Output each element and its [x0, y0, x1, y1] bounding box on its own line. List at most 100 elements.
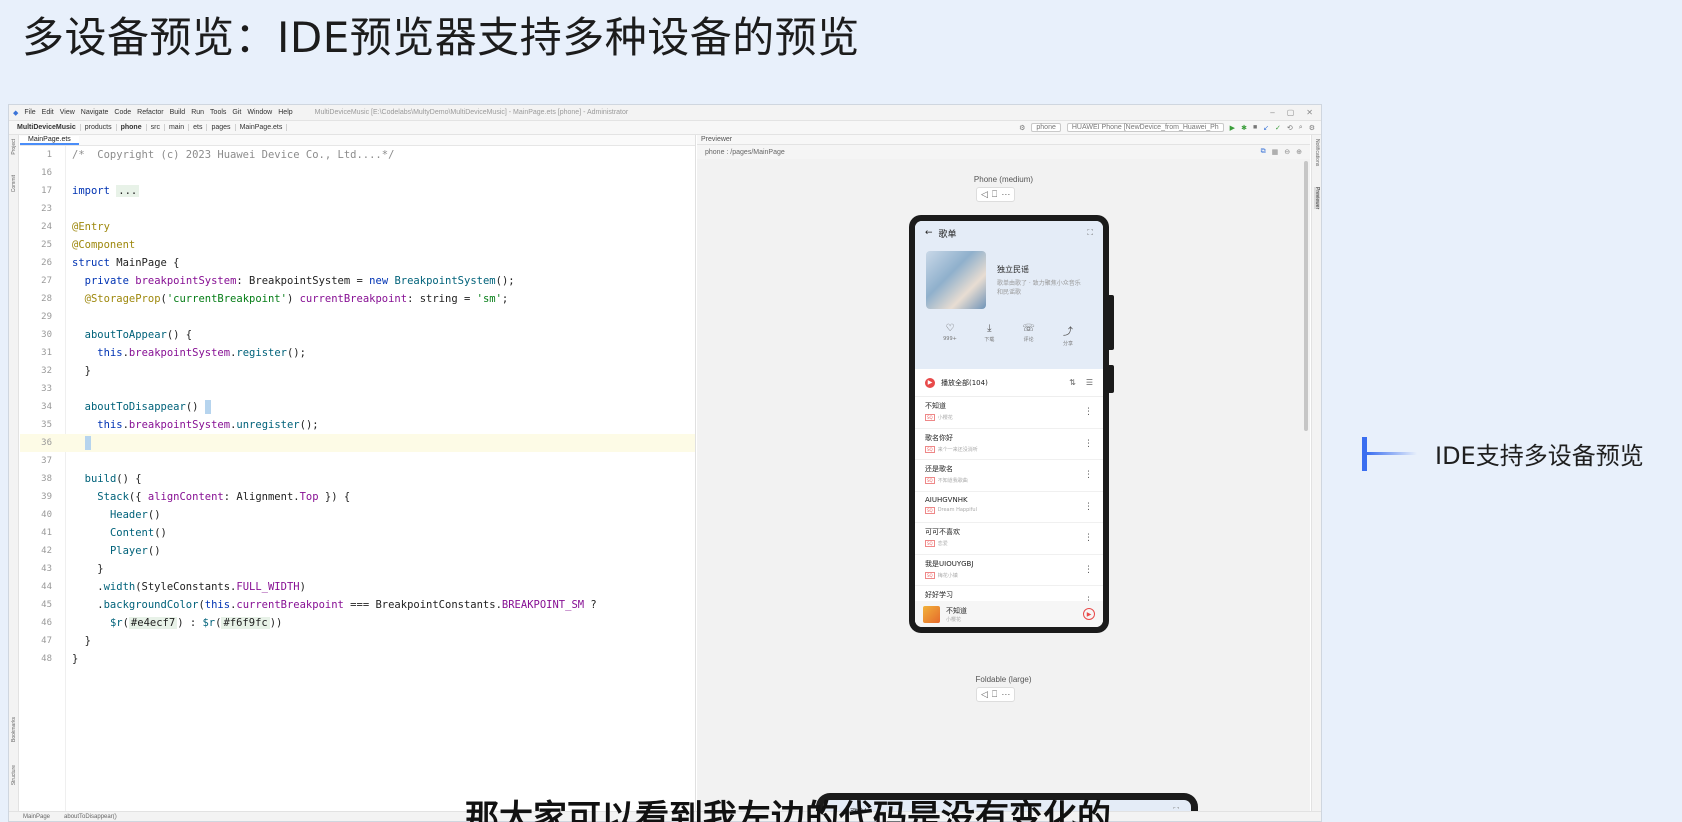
code-text[interactable]: @Component — [72, 236, 135, 254]
code-line[interactable]: 27 private breakpointSystem: BreakpointS… — [20, 272, 695, 290]
song-more-icon[interactable]: ⋮ — [1084, 407, 1093, 417]
code-line[interactable]: 25 @Component — [20, 236, 695, 254]
code-line[interactable]: 36 — [20, 434, 695, 452]
code-text[interactable]: build() { — [72, 470, 142, 488]
code-line[interactable]: 37 — [20, 452, 695, 470]
code-line[interactable]: 42 Player() — [20, 542, 695, 560]
code-text[interactable]: .width(StyleConstants.FULL_WIDTH) — [72, 578, 306, 596]
breadcrumb-project[interactable]: MultiDeviceMusic — [13, 124, 81, 131]
song-more-icon[interactable]: ⋮ — [1084, 565, 1093, 575]
menu-build[interactable]: Build — [170, 109, 186, 116]
code-line[interactable]: 1 /* Copyright (c) 2023 Huawei Device Co.… — [20, 146, 695, 164]
settings-gear-icon[interactable]: ⚙ — [1309, 124, 1315, 132]
code-line[interactable]: 26 struct MainPage { — [20, 254, 695, 272]
code-line[interactable]: 17 import ... — [20, 182, 695, 200]
previewer-tool-tab[interactable]: Previewer — [1314, 187, 1320, 210]
code-text[interactable]: aboutToDisappear() — [72, 398, 211, 416]
song-item[interactable]: 我是UIOUYGBJ SQ 梅花小镇 ⋮ — [915, 555, 1103, 586]
menu-tools[interactable]: Tools — [210, 109, 226, 116]
project-tool-tab[interactable]: Project — [11, 139, 17, 155]
sort-icon[interactable]: ⇅ — [1069, 378, 1076, 387]
structure-tool-tab[interactable]: Structure — [11, 765, 17, 785]
maximize-icon[interactable]: ▢ — [1287, 108, 1295, 117]
code-text[interactable]: /* Copyright (c) 2023 Huawei Device Co.,… — [72, 146, 394, 164]
back-icon[interactable]: ◁ — [981, 689, 988, 700]
bookmarks-tool-tab[interactable]: Bookmarks — [11, 717, 17, 742]
code-line[interactable]: 38 build() { — [20, 470, 695, 488]
git-commit-icon[interactable]: ✓ — [1275, 124, 1281, 132]
code-text[interactable]: } — [72, 650, 78, 668]
play-all-bar[interactable]: ▶ 播放全部(104) ⇅ ☰ — [915, 369, 1103, 397]
code-line[interactable]: 40 Header() — [20, 506, 695, 524]
zoom-out-icon[interactable]: ⊖ — [1284, 148, 1290, 156]
code-line[interactable]: 31 this.breakpointSystem.register(); — [20, 344, 695, 362]
code-line[interactable]: 28 @StorageProp('currentBreakpoint') cur… — [20, 290, 695, 308]
code-line[interactable]: 24 @Entry — [20, 218, 695, 236]
code-line[interactable]: 47 } — [20, 632, 695, 650]
menu-view[interactable]: View — [60, 109, 75, 116]
menu-help[interactable]: Help — [278, 109, 292, 116]
menu-file[interactable]: File — [24, 109, 35, 116]
close-icon[interactable]: ✕ — [1306, 108, 1313, 117]
like-button[interactable]: ♡ 999+ — [935, 323, 965, 347]
song-item[interactable]: 可可不喜欢 SQ 恋爱 ⋮ — [915, 523, 1103, 555]
song-more-icon[interactable]: ⋮ — [1084, 439, 1093, 449]
run-icon[interactable]: ▶ — [1230, 124, 1235, 132]
minimize-icon[interactable]: – — [1270, 108, 1274, 117]
status-method[interactable]: aboutToDisappear() — [64, 814, 117, 820]
code-line[interactable]: 30 aboutToAppear() { — [20, 326, 695, 344]
rotate-icon[interactable]: ⎕ — [992, 689, 997, 700]
device-select[interactable]: HUAWEI Phone [NewDevice_from_Huawei_Ph — [1066, 123, 1224, 132]
code-text[interactable]: aboutToAppear() { — [72, 326, 192, 344]
menu-edit[interactable]: Edit — [42, 109, 54, 116]
comment-button[interactable]: ☏ 评论 — [1014, 323, 1044, 347]
menu-git[interactable]: Git — [232, 109, 241, 116]
code-text[interactable]: } — [72, 632, 91, 650]
settings-icon[interactable]: ⚙ — [1019, 124, 1025, 132]
code-text[interactable]: this.breakpointSystem.unregister(); — [72, 416, 318, 434]
song-item[interactable]: 歌名你好 SQ 来个一来还没消听 ⋮ — [915, 429, 1103, 460]
rotate-icon[interactable]: ⎕ — [992, 189, 997, 200]
code-line[interactable]: 35 this.breakpointSystem.unregister(); — [20, 416, 695, 434]
share-button[interactable]: ⤴ 分享 — [1053, 323, 1083, 347]
code-text[interactable] — [72, 434, 91, 452]
song-more-icon[interactable]: ⋮ — [1084, 533, 1093, 543]
commit-tool-tab[interactable]: Commit — [11, 175, 17, 192]
grid-icon[interactable]: ▦ — [1272, 148, 1279, 156]
code-text[interactable]: } — [72, 362, 91, 380]
status-file[interactable]: MainPage — [23, 814, 50, 820]
code-line[interactable]: 39 Stack({ alignContent: Alignment.Top }… — [20, 488, 695, 506]
song-item[interactable]: 不知道 SQ 小樱花 ⋮ — [915, 397, 1103, 429]
menu-refactor[interactable]: Refactor — [137, 109, 163, 116]
code-text[interactable]: } — [72, 560, 103, 578]
mini-player[interactable]: 不知道 小樱花 ▶ — [915, 601, 1103, 627]
code-line[interactable]: 34 aboutToDisappear() — [20, 398, 695, 416]
code-text[interactable]: @Entry — [72, 218, 110, 236]
code-line[interactable]: 46 $r(#e4ecf7) : $r(#f6f9fc)) — [20, 614, 695, 632]
back-icon[interactable]: ◁ — [981, 189, 988, 200]
history-icon[interactable]: ⟲ — [1287, 124, 1293, 132]
code-line[interactable]: 23 — [20, 200, 695, 218]
code-text[interactable]: @StorageProp('currentBreakpoint') curren… — [72, 290, 509, 308]
code-line[interactable]: 33 — [20, 380, 695, 398]
more-icon[interactable]: ⋯ — [1001, 189, 1010, 200]
code-line[interactable]: 45 .backgroundColor(this.currentBreakpoi… — [20, 596, 695, 614]
menu-window[interactable]: Window — [247, 109, 272, 116]
code-line[interactable]: 48} — [20, 650, 695, 668]
editor-tab-mainpage[interactable]: MainPage.ets — [20, 135, 79, 145]
previewer-scrollbar[interactable] — [1304, 161, 1308, 431]
back-arrow-icon[interactable]: ← — [925, 228, 933, 238]
breadcrumb-src[interactable]: src — [147, 124, 165, 131]
code-line[interactable]: 43 } — [20, 560, 695, 578]
song-item[interactable]: 还是歌名 SQ 不知道我歌曲 ⋮ — [915, 460, 1103, 492]
code-line[interactable]: 44 .width(StyleConstants.FULL_WIDTH) — [20, 578, 695, 596]
song-more-icon[interactable]: ⋮ — [1084, 502, 1093, 512]
code-text[interactable]: Header() — [72, 506, 161, 524]
code-text[interactable]: Stack({ alignContent: Alignment.Top }) { — [72, 488, 350, 506]
code-line[interactable]: 32 } — [20, 362, 695, 380]
git-update-icon[interactable]: ↙ — [1263, 124, 1269, 132]
breadcrumb-main[interactable]: main — [165, 124, 190, 131]
menu-code[interactable]: Code — [114, 109, 131, 116]
code-text[interactable]: Content() — [72, 524, 167, 542]
code-line[interactable]: 41 Content() — [20, 524, 695, 542]
